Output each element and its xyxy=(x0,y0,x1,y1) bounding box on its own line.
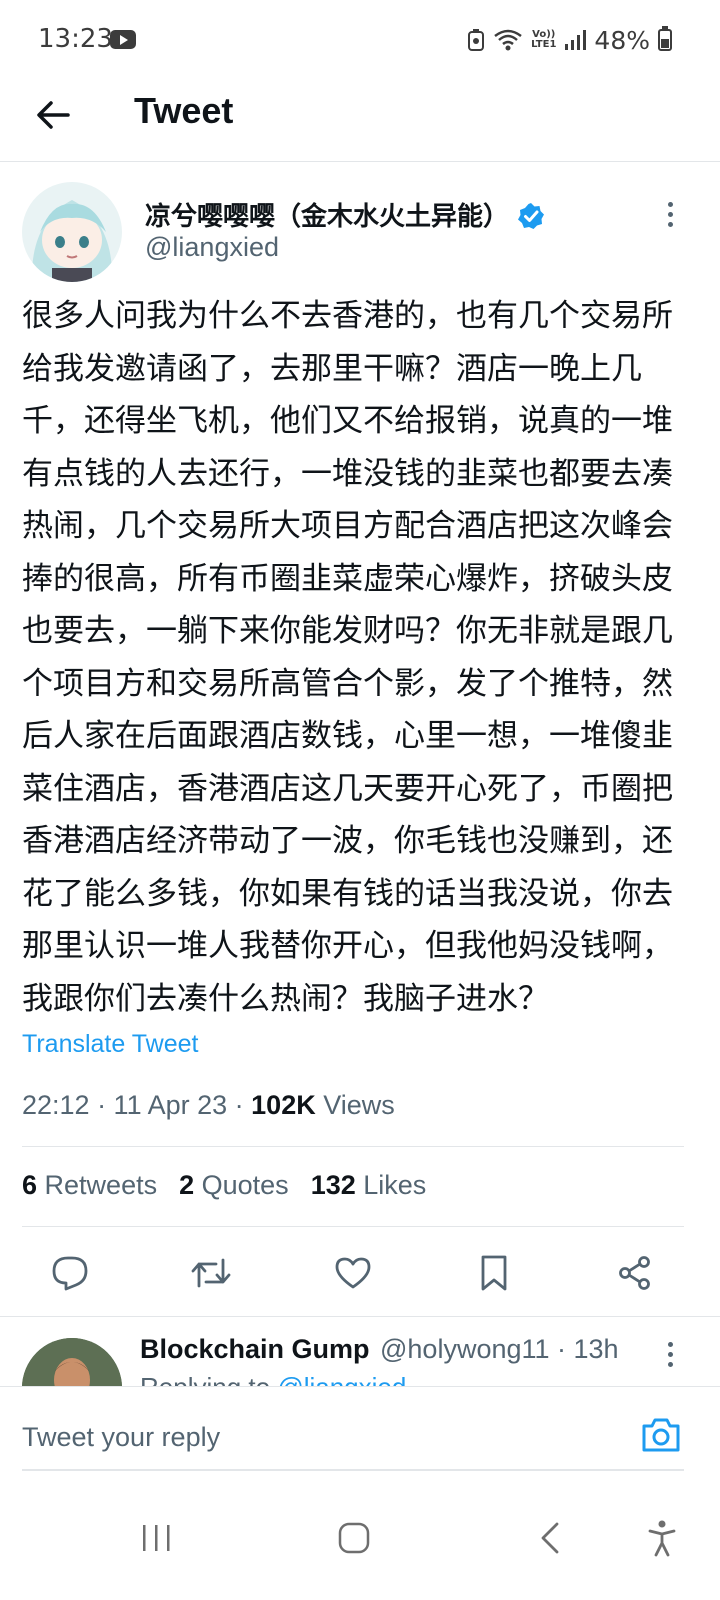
author-avatar[interactable] xyxy=(22,182,122,282)
more-dot xyxy=(667,1361,673,1367)
share-icon xyxy=(619,1256,650,1290)
quotes-label: Quotes xyxy=(194,1170,289,1200)
anime-avatar-icon xyxy=(22,182,122,282)
battery-icon xyxy=(658,26,672,51)
more-dot xyxy=(667,1351,673,1357)
camera-icon xyxy=(642,1418,680,1452)
reply-composer xyxy=(0,1386,720,1486)
back-chevron-icon xyxy=(541,1522,559,1554)
retweets-count: 6 xyxy=(22,1170,38,1200)
accessibility-icon xyxy=(648,1520,676,1557)
reply-icon xyxy=(52,1256,88,1291)
back-button[interactable] xyxy=(28,90,78,140)
views-count: 102K xyxy=(251,1090,316,1120)
action-bar xyxy=(0,1245,720,1301)
share-button[interactable] xyxy=(607,1245,663,1301)
tweet-stats: 6 Retweets 2 Quotes 132 Likes xyxy=(22,1170,426,1201)
tweet-text: 很多人问我为什么不去香港的，也有几个交易所给我发邀请函了，去那里干嘛？酒店一晚上… xyxy=(22,298,673,1017)
likes-label: Likes xyxy=(355,1170,427,1200)
back-nav-button[interactable] xyxy=(520,1508,580,1568)
retweet-button[interactable] xyxy=(183,1245,239,1301)
retweets-label: Retweets xyxy=(37,1170,158,1200)
system-nav-bar xyxy=(0,1486,720,1600)
youtube-icon xyxy=(110,30,136,49)
replying-to-prefix: Replying to xyxy=(140,1372,277,1386)
status-icons: Vo)) LTE1 48% xyxy=(467,24,672,56)
composer-underline xyxy=(22,1469,684,1471)
retweets-stat[interactable]: 6 Retweets xyxy=(22,1170,157,1201)
battery-saver-icon xyxy=(468,29,485,51)
battery-percent: 48% xyxy=(594,25,650,55)
wifi-icon xyxy=(494,29,522,51)
bookmark-button[interactable] xyxy=(466,1245,522,1301)
retweet-icon xyxy=(191,1258,231,1288)
reply-avatar[interactable] xyxy=(22,1338,122,1386)
more-dot xyxy=(667,1341,673,1347)
status-bar: 13:23 Vo)) LTE1 48% xyxy=(0,0,720,80)
recent-apps-button[interactable] xyxy=(126,1508,186,1568)
bookmark-icon xyxy=(481,1255,507,1291)
more-dot xyxy=(667,201,673,207)
signal-icon xyxy=(565,30,587,50)
battery-fill xyxy=(661,39,669,48)
verified-badge-icon xyxy=(518,203,544,229)
quotes-stat[interactable]: 2 Quotes xyxy=(179,1170,289,1201)
camera-button[interactable] xyxy=(640,1415,682,1455)
divider xyxy=(0,1316,720,1317)
recent-apps-icon xyxy=(143,1525,170,1551)
home-button[interactable] xyxy=(324,1508,384,1568)
person-avatar-icon xyxy=(22,1338,122,1386)
quotes-count: 2 xyxy=(179,1170,195,1200)
tweet-meta: 22:12 · 11 Apr 23 · 102K Views xyxy=(22,1090,395,1121)
translate-tweet-link[interactable]: Translate Tweet xyxy=(22,1030,198,1059)
reply-author-meta: @holywong11 · 13h xyxy=(380,1334,619,1364)
author-handle[interactable]: @liangxied xyxy=(145,232,279,263)
replying-to-handle[interactable]: @liangxied xyxy=(277,1372,406,1386)
page-title: Tweet xyxy=(134,90,234,131)
replying-to: Replying to @liangxied xyxy=(140,1372,406,1386)
more-dot xyxy=(667,211,673,217)
status-time: 13:23 xyxy=(38,24,113,54)
lte-icon: Vo)) LTE1 xyxy=(531,30,556,50)
likes-stat[interactable]: 132 Likes xyxy=(311,1170,427,1201)
likes-count: 132 xyxy=(310,1170,356,1200)
lte-bottom-label: LTE1 xyxy=(531,39,557,50)
reply-item[interactable]: Blockchain Gump @holywong11 · 13h Replyi… xyxy=(0,1318,720,1386)
views-label: Views xyxy=(315,1090,395,1120)
divider xyxy=(22,1226,684,1227)
tweet-timestamp: 22:12 · 11 Apr 23 · xyxy=(22,1090,252,1120)
more-dot xyxy=(667,221,673,227)
divider xyxy=(22,1146,684,1147)
like-button[interactable] xyxy=(325,1245,381,1301)
reply-author-name[interactable]: Blockchain Gump xyxy=(140,1334,370,1365)
accessibility-button[interactable] xyxy=(632,1508,692,1568)
more-options-button[interactable] xyxy=(656,196,684,232)
author-name[interactable]: 凉兮嘤嘤嘤（金木水火土异能） xyxy=(145,196,509,233)
like-icon xyxy=(335,1257,371,1289)
top-app-bar: Tweet xyxy=(0,80,720,162)
reply-button[interactable] xyxy=(42,1245,98,1301)
reply-input[interactable] xyxy=(22,1417,612,1457)
back-arrow-icon xyxy=(37,101,70,129)
reply-more-options-button[interactable] xyxy=(656,1336,684,1372)
home-icon xyxy=(338,1522,370,1554)
